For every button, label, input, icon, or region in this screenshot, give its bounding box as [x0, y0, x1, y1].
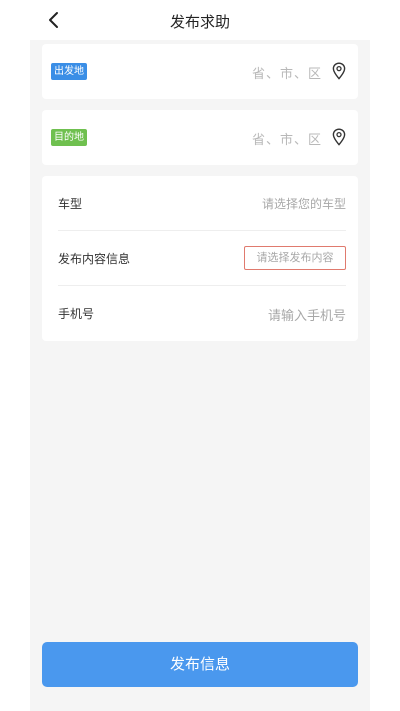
content-select[interactable]: 请选择发布内容	[244, 246, 346, 270]
page-title: 发布求助	[169, 13, 230, 31]
destination-card[interactable]: 目的地 省、市、区	[42, 110, 358, 165]
destination-region-placeholder[interactable]: 省、市、区	[252, 129, 322, 148]
content-row[interactable]: 发布内容信息 请选择发布内容	[42, 231, 358, 285]
location-pin-icon[interactable]	[332, 128, 346, 146]
vehicle-row[interactable]: 车型 请选择您的车型	[42, 176, 358, 230]
nav-bar: 发布求助	[30, 0, 370, 40]
content-label: 发布内容信息	[58, 252, 131, 266]
location-pin-icon[interactable]	[332, 62, 346, 80]
vehicle-select[interactable]: 请选择您的车型	[262, 195, 346, 212]
vehicle-label: 车型	[58, 197, 83, 211]
form-card: 车型 请选择您的车型 发布内容信息 请选择发布内容 手机号 请输入手机号	[42, 176, 358, 341]
destination-tag: 目的地	[51, 129, 87, 146]
phone-input[interactable]: 请输入手机号	[268, 305, 346, 324]
phone-row[interactable]: 手机号 请输入手机号	[42, 286, 358, 340]
origin-tag: 出发地	[51, 63, 87, 80]
origin-region-placeholder[interactable]: 省、市、区	[252, 63, 322, 82]
origin-card[interactable]: 出发地 省、市、区	[42, 44, 358, 99]
publish-button[interactable]: 发布信息	[42, 642, 358, 687]
app-screen: 发布求助 出发地 省、市、区 目的地 省、市、区 车型 请选择您的车型 发布内容…	[30, 0, 370, 711]
phone-label: 手机号	[58, 307, 95, 321]
